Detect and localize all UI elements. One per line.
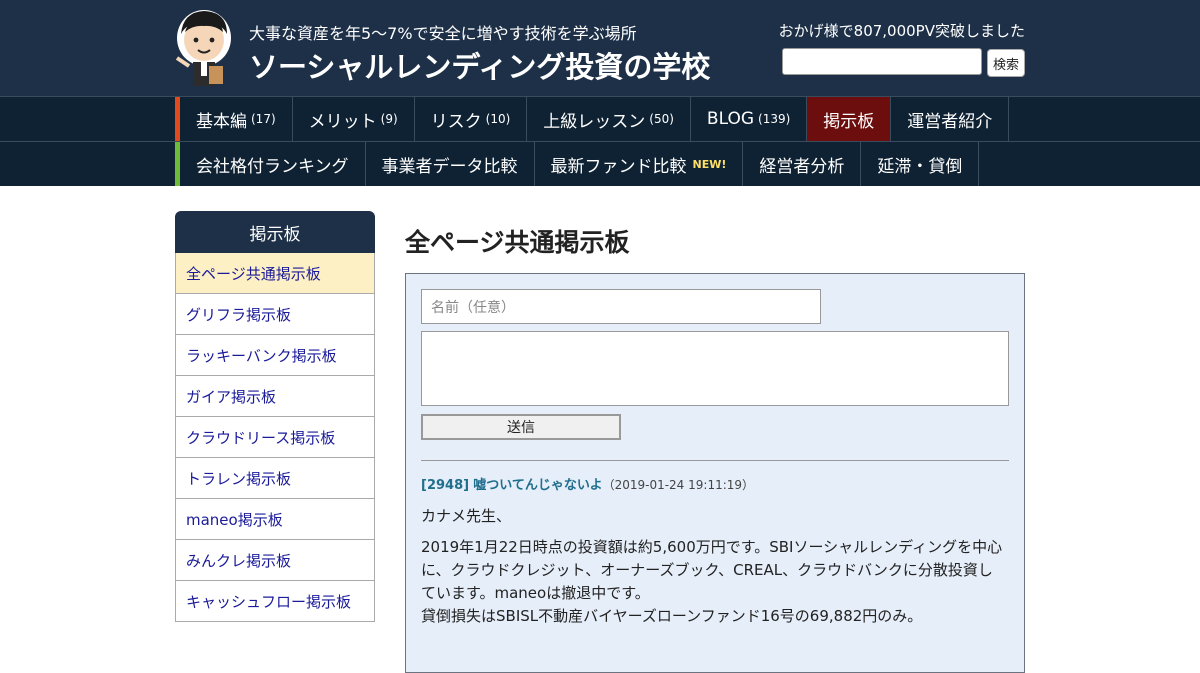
nav-item-risks[interactable]: リスク (10) (415, 97, 528, 141)
nav-item-blog[interactable]: BLOG (139) (691, 97, 808, 141)
sidebar-item-gaia[interactable]: ガイア掲示板 (175, 376, 375, 417)
post-date: （2019-01-24 19:11:19） (602, 478, 755, 492)
post-body: 2019年1月22日時点の投資額は約5,600万円です。SBIソーシャルレンディ… (421, 536, 1011, 628)
nav-item-about[interactable]: 運営者紹介 (891, 97, 1010, 141)
secondary-nav: 会社格付ランキング 事業者データ比較 最新ファンド比較 NEW! 経営者分析 延滞… (0, 141, 1200, 186)
primary-nav: 基本編 (17) メリット (9) リスク (10) 上級レッスン (50) BLOG(… (0, 96, 1200, 141)
search-input[interactable] (782, 48, 982, 75)
message-textarea[interactable] (421, 331, 1009, 406)
nav-count: (17) (251, 112, 276, 126)
nav-label: 経営者分析 (759, 156, 845, 177)
main-content: 全ページ共通掲示板 名前（任意） 送信 [2948] 嘘ついてんじゃないよ（20… (405, 211, 1025, 673)
nav-label: 掲示板 (823, 111, 875, 132)
post-greeting: カナメ先生、 (421, 507, 512, 525)
post-id: [2948] (421, 478, 470, 493)
nav-item-basics[interactable]: 基本編 (17) (180, 97, 293, 141)
post-title: 嘘ついてんじゃないよ (473, 478, 603, 493)
nav-item-ranking[interactable]: 会社格付ランキング (180, 142, 366, 186)
divider (421, 460, 1009, 461)
nav-item-fund-compare[interactable]: 最新ファンド比較 NEW! (535, 142, 744, 186)
sidebar-item-cashflow[interactable]: キャッシュフロー掲示板 (175, 581, 375, 622)
nav-label: 基本編 (196, 111, 247, 132)
post-line: 貸倒損失はSBISL不動産バイヤーズローンファンド16号の69,882円のみ。 (421, 607, 923, 625)
nav-count: (139) (758, 112, 791, 126)
page-title: 全ページ共通掲示板 (405, 228, 630, 257)
nav-count: (50) (649, 112, 674, 126)
sidebar-item-toraren[interactable]: トラレン掲示板 (175, 458, 375, 499)
nav-label: 会社格付ランキング (196, 156, 349, 177)
nav-label: 上級レッスン (543, 111, 646, 132)
nav-count: (9) (380, 112, 398, 126)
nav-item-default-loss[interactable]: 延滞・貸倒 (861, 142, 980, 186)
post-line: 2019年1月22日時点の投資額は約5,600万円です。SBIソーシャルレンディ… (421, 538, 1003, 556)
sidebar-item-luckybank[interactable]: ラッキーバンク掲示板 (175, 335, 375, 376)
new-badge: NEW! (692, 157, 727, 171)
nav-label: メリット (308, 111, 377, 132)
nav-item-merits[interactable]: メリット (9) (293, 97, 415, 141)
nav-label: 運営者紹介 (907, 111, 993, 132)
sidebar-heading: 掲示板 (175, 211, 375, 253)
post-header: [2948] 嘘ついてんじゃないよ（2019-01-24 19:11:19） (421, 474, 754, 493)
nav-count: (10) (485, 112, 511, 126)
sidebar-item-maneo[interactable]: maneo掲示板 (175, 499, 375, 540)
site-header: 大事な資産を年5～7%で安全に増やす技術を学ぶ場所 ソーシャルレンディング投資の… (0, 0, 1200, 96)
search-button[interactable]: 検索 (987, 49, 1025, 77)
nav-item-data-compare[interactable]: 事業者データ比較 (366, 142, 535, 186)
sidebar: 掲示板 全ページ共通掲示板 グリフラ掲示板 ラッキーバンク掲示板 ガイア掲示板 … (175, 211, 375, 622)
sidebar-item-crowdlease[interactable]: クラウドリース掲示板 (175, 417, 375, 458)
sidebar-item-minkure[interactable]: みんクレ掲示板 (175, 540, 375, 581)
sidebar-item-grifra[interactable]: グリフラ掲示板 (175, 294, 375, 335)
nav-item-board[interactable]: 掲示板 (807, 97, 892, 141)
post-line: ています。maneoは撤退中です。 (421, 584, 650, 602)
submit-button[interactable]: 送信 (421, 414, 621, 440)
nav-label: 最新ファンド比較 (550, 156, 687, 177)
site-tagline: 大事な資産を年5～7%で安全に増やす技術を学ぶ場所 (249, 24, 637, 43)
nav-label: リスク (430, 111, 482, 132)
nav-item-executive-analysis[interactable]: 経営者分析 (743, 142, 862, 186)
board-panel: 名前（任意） 送信 [2948] 嘘ついてんじゃないよ（2019-01-24 1… (405, 273, 1025, 673)
nav-label: 延滞・貸倒 (877, 156, 963, 177)
post-line: に、クラウドクレジット、オーナーズブック、CREAL、クラウドバンクに分散投資し (421, 561, 993, 579)
mascot-avatar-icon (175, 10, 231, 86)
site-title[interactable]: ソーシャルレンディング投資の学校 (249, 44, 710, 86)
sidebar-item-common-board[interactable]: 全ページ共通掲示板 (175, 253, 375, 294)
nav-item-advanced[interactable]: 上級レッスン (50) (527, 97, 691, 141)
nav-label: 事業者データ比較 (381, 156, 518, 177)
name-input[interactable]: 名前（任意） (421, 289, 821, 324)
nav-label: BLOG (706, 109, 755, 129)
pv-notice: おかげ様で807,000PV突破しました (778, 22, 1025, 40)
